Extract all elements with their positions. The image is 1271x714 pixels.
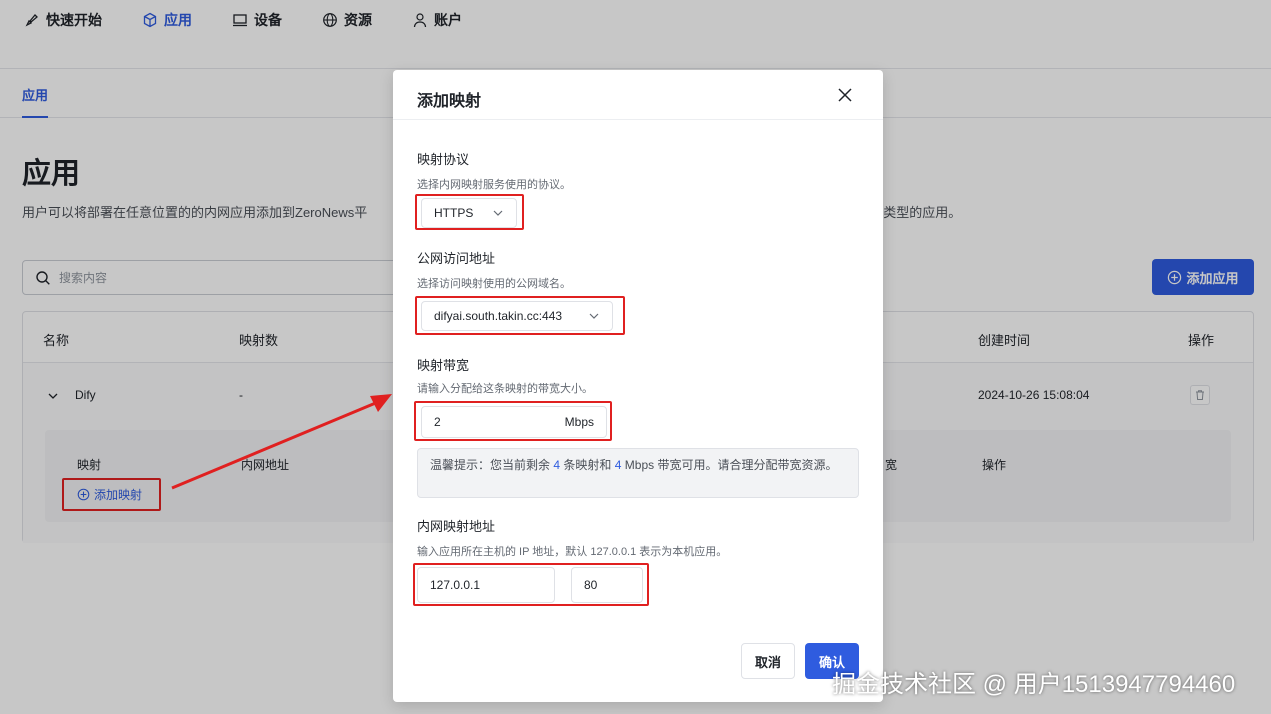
watermark: 掘金技术社区 @ 用户1513947794460 <box>832 671 1236 698</box>
dialog-title: 添加映射 <box>417 93 482 110</box>
public-address-help: 选择访问映射使用的公网域名。 <box>417 278 571 290</box>
annotation-box <box>415 296 625 335</box>
protocol-help: 选择内网映射服务使用的协议。 <box>417 179 571 191</box>
public-address-label: 公网访问地址 <box>417 251 496 266</box>
internal-address-label: 内网映射地址 <box>417 519 496 534</box>
dialog-divider <box>393 119 883 120</box>
tip-mapping-count: 4 <box>553 458 561 472</box>
close-icon[interactable] <box>836 86 854 104</box>
add-mapping-dialog: 添加映射 映射协议 选择内网映射服务使用的协议。 HTTPS 公网访问地址 选择… <box>393 70 883 702</box>
tip-text: 条映射和 <box>563 458 612 472</box>
cancel-button[interactable]: 取消 <box>741 643 795 679</box>
bandwidth-help: 请输入分配给这条映射的带宽大小。 <box>417 383 593 395</box>
tip-text: Mbps 带宽可用。请合理分配带宽资源。 <box>624 458 838 472</box>
tip-text: 温馨提示：您当前剩余 <box>430 458 551 472</box>
protocol-label: 映射协议 <box>417 152 470 167</box>
quota-tip: 温馨提示：您当前剩余 4 条映射和 4 Mbps 带宽可用。请合理分配带宽资源。 <box>417 448 859 498</box>
bandwidth-label: 映射带宽 <box>417 358 470 373</box>
annotation-box <box>414 401 612 441</box>
tip-bandwidth-count: 4 <box>614 458 622 472</box>
annotation-box <box>415 194 524 230</box>
annotation-box <box>413 563 649 606</box>
internal-address-help: 输入应用所在主机的 IP 地址，默认 127.0.0.1 表示为本机应用。 <box>417 546 728 558</box>
